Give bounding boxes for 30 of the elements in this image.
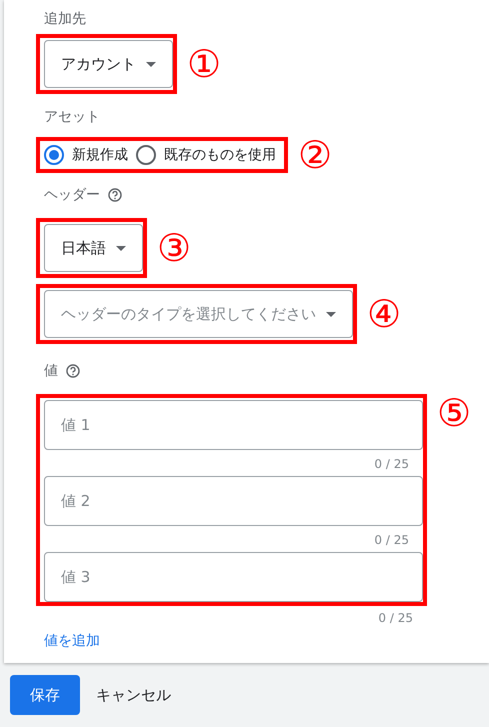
- cancel-button[interactable]: キャンセル: [96, 686, 171, 704]
- value-input[interactable]: 値 1: [44, 400, 423, 450]
- field-label: 追加先: [44, 10, 86, 28]
- character-counter: 0 / 25: [374, 457, 409, 471]
- radio-icon[interactable]: [44, 145, 64, 165]
- help-icon[interactable]: [66, 364, 80, 378]
- character-counter: 0 / 25: [374, 533, 409, 547]
- caret-icon: [326, 312, 336, 316]
- header-type-dropdown[interactable]: ヘッダーのタイプを選択してください: [44, 290, 353, 338]
- save-button[interactable]: 保存: [10, 675, 80, 715]
- callout-number: ⑤: [437, 394, 472, 432]
- callout-number: ③: [157, 229, 192, 267]
- value-input[interactable]: 値 3: [44, 552, 423, 602]
- destination-dropdown[interactable]: アカウント: [44, 40, 173, 88]
- callout-number: ①: [187, 45, 222, 83]
- callout-number: ④: [367, 295, 402, 333]
- add-value-link[interactable]: 値を追加: [44, 632, 100, 650]
- field-label: アセット: [44, 108, 100, 126]
- radio-option[interactable]: 既存のものを使用: [136, 145, 276, 165]
- field-label: ヘッダー: [44, 186, 100, 204]
- help-icon[interactable]: [108, 188, 122, 202]
- caret-icon: [146, 62, 156, 66]
- value-input[interactable]: 値 2: [44, 476, 423, 526]
- character-counter: 0 / 25: [378, 611, 413, 625]
- radio-option[interactable]: 新規作成: [44, 145, 128, 165]
- callout-number: ②: [298, 136, 332, 174]
- field-label: 値: [44, 362, 58, 380]
- language-dropdown[interactable]: 日本語: [44, 224, 143, 272]
- caret-icon: [116, 246, 126, 250]
- radio-icon[interactable]: [136, 145, 156, 165]
